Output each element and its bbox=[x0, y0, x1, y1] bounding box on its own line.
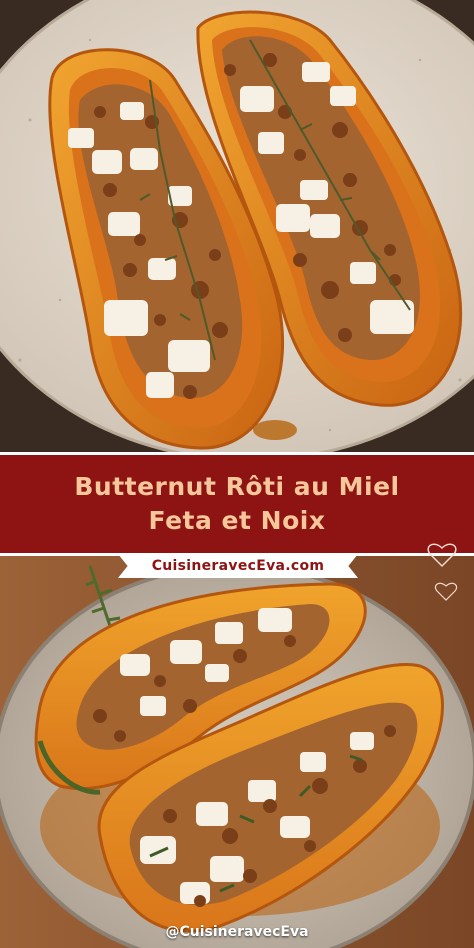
website-label: CuisineravecEva.com bbox=[151, 558, 325, 574]
recipe-title-line-2: Feta et Noix bbox=[148, 506, 326, 535]
heart-icon bbox=[427, 543, 458, 601]
roasted-squash-bowl-image bbox=[0, 556, 474, 948]
social-handle: @CuisineravecEva bbox=[165, 924, 309, 940]
recipe-title-line-1: Butternut Rôti au Miel bbox=[74, 472, 400, 501]
top-food-photo bbox=[0, 0, 474, 456]
roasted-squash-plate-image bbox=[0, 0, 474, 456]
bottom-food-photo bbox=[0, 556, 474, 948]
title-banner: Butternut Rôti au Miel Feta et Noix bbox=[0, 452, 474, 556]
website-ribbon: CuisineravecEva.com bbox=[118, 554, 358, 578]
